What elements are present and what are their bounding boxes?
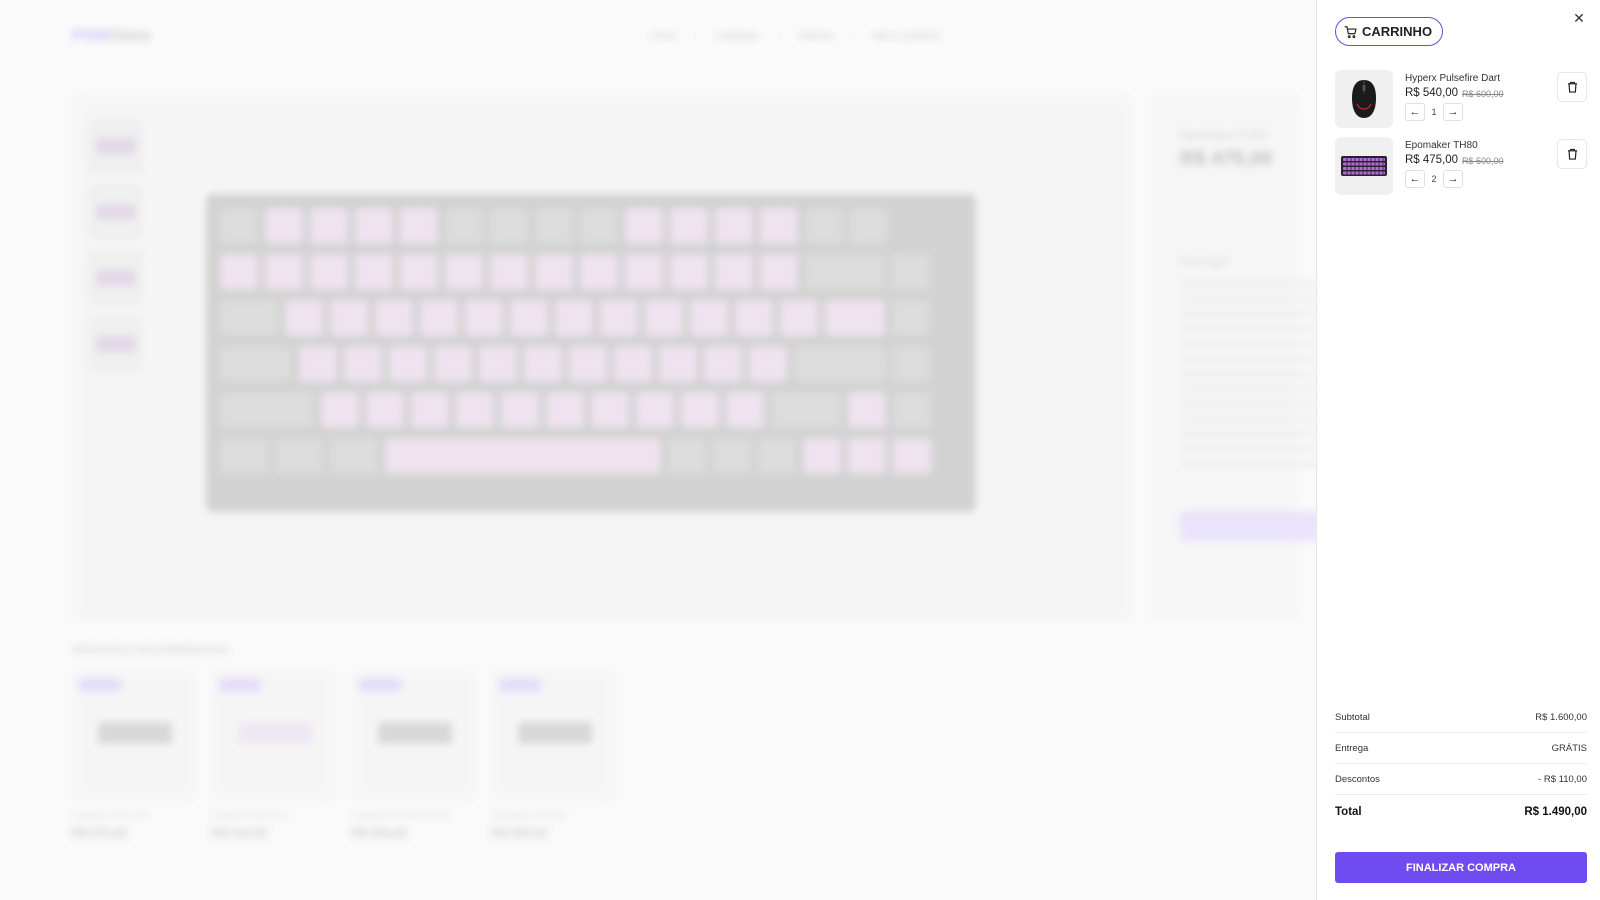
arrow-left-icon: ← xyxy=(1409,106,1421,118)
cart-item-price: R$ 475,00 xyxy=(1405,154,1459,166)
total-label: Total xyxy=(1335,806,1362,818)
total-value: R$ 1.490,00 xyxy=(1524,806,1587,818)
decrease-qty-button[interactable]: ← xyxy=(1405,103,1425,121)
trash-icon xyxy=(1567,81,1577,93)
cart-title-badge: CARRINHO xyxy=(1335,17,1444,46)
quantity-value: 1 xyxy=(1431,107,1437,117)
decrease-qty-button[interactable]: ← xyxy=(1405,170,1425,188)
arrow-left-icon: ← xyxy=(1409,173,1421,185)
cart-item-old-price: R$ 500,00 xyxy=(1462,156,1504,166)
subtotal-label: Subtotal xyxy=(1335,711,1370,723)
quantity-value: 2 xyxy=(1431,174,1437,184)
cart-item-name: Hyperx Pulsefire Dart xyxy=(1405,73,1501,84)
cart-item-price: R$ 540,00 xyxy=(1405,87,1459,99)
discount-value: - R$ 110,00 xyxy=(1538,773,1587,785)
increase-qty-button[interactable]: → xyxy=(1443,170,1463,188)
quantity-stepper: ← 2 → xyxy=(1405,170,1463,188)
arrow-right-icon: → xyxy=(1447,106,1459,118)
trash-icon xyxy=(1567,148,1577,160)
shipping-row: Entrega GRÁTIS xyxy=(1335,733,1587,764)
shipping-value: GRÁTIS xyxy=(1551,742,1587,754)
total-row: Total R$ 1.490,00 xyxy=(1335,795,1587,829)
increase-qty-button[interactable]: → xyxy=(1443,103,1463,121)
remove-item-button[interactable] xyxy=(1557,72,1587,102)
shipping-label: Entrega xyxy=(1335,742,1369,754)
subtotal-row: Subtotal R$ 1.600,00 xyxy=(1335,702,1587,733)
quantity-stepper: ← 1 → xyxy=(1405,103,1463,121)
checkout-button[interactable]: FINALIZAR COMPRA xyxy=(1335,852,1587,883)
subtotal-value: R$ 1.600,00 xyxy=(1535,711,1587,723)
keyboard-image xyxy=(1335,137,1393,195)
cart-item-name: Epomaker TH80 xyxy=(1405,140,1478,151)
cart-item: Epomaker TH80 R$ 475,00 R$ 500,00 ← 2 → xyxy=(1335,137,1587,195)
close-icon[interactable]: ✕ xyxy=(1570,9,1588,27)
cart-item-old-price: R$ 600,00 xyxy=(1462,89,1504,99)
arrow-right-icon: → xyxy=(1447,173,1459,185)
discount-row: Descontos - R$ 110,00 xyxy=(1335,764,1587,795)
cart-drawer: ✕ CARRINHO Hyperx Pulsefire Dart R$ 540,… xyxy=(1316,0,1600,900)
cart-title: CARRINHO xyxy=(1362,24,1433,39)
order-summary: Subtotal R$ 1.600,00 Entrega GRÁTIS Desc… xyxy=(1335,702,1587,829)
cart-icon xyxy=(1344,25,1357,38)
mouse-image xyxy=(1335,70,1393,128)
discount-label: Descontos xyxy=(1335,773,1380,785)
cart-item: Hyperx Pulsefire Dart R$ 540,00 R$ 600,0… xyxy=(1335,70,1587,128)
remove-item-button[interactable] xyxy=(1557,139,1587,169)
drawer-backdrop[interactable] xyxy=(0,0,1316,900)
